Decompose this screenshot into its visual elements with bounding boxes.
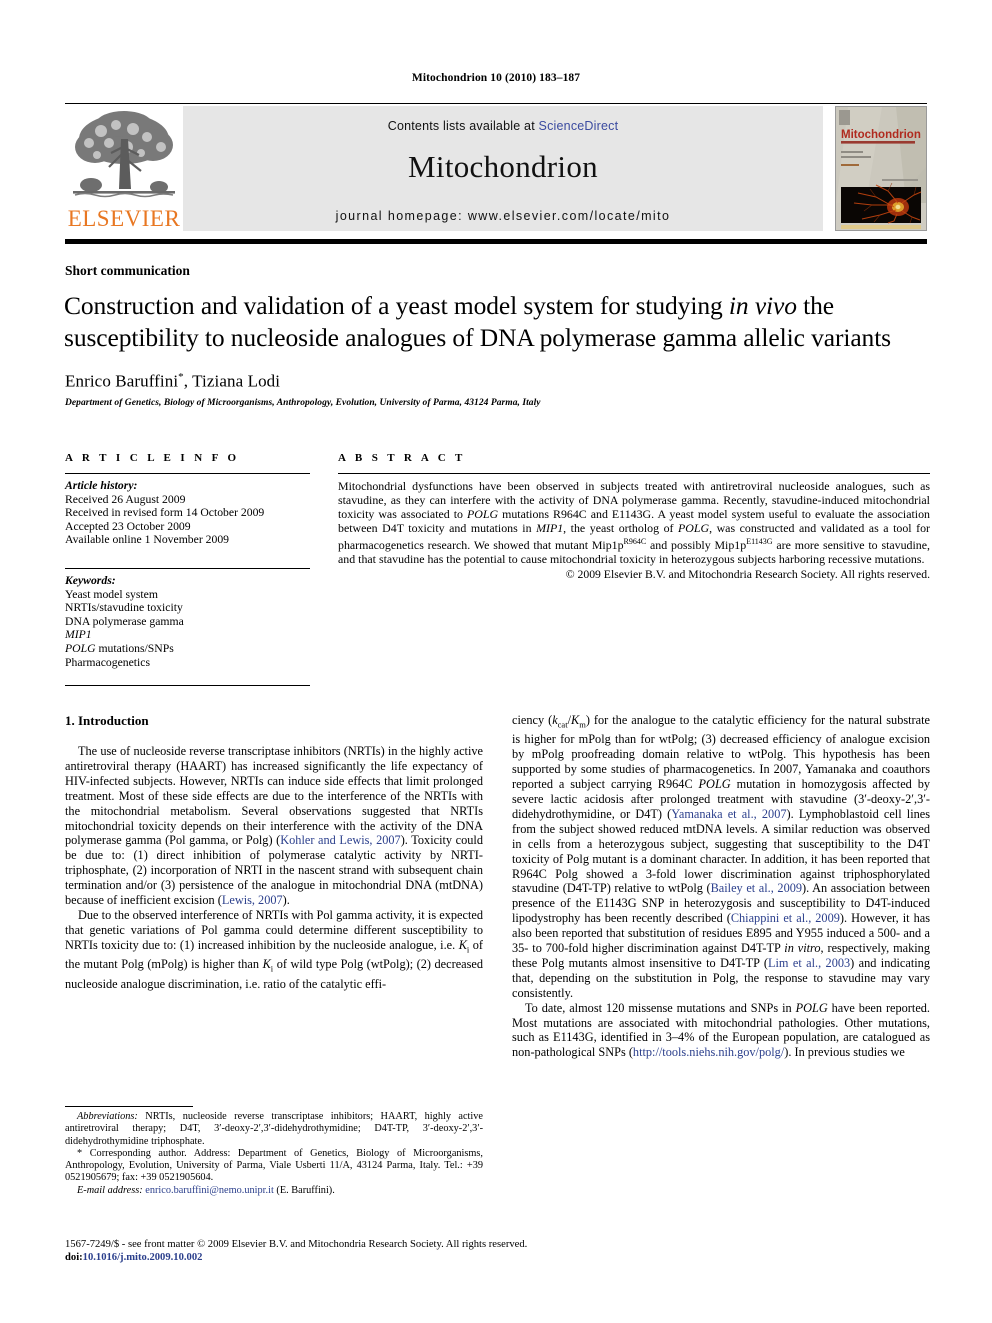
- doi-line: doi:10.1016/j.mito.2009.10.002: [65, 1251, 927, 1264]
- citation-link[interactable]: Kohler and Lewis, 2007: [280, 833, 400, 847]
- keyword-item: Yeast model system: [65, 587, 158, 601]
- citation-link[interactable]: Chiappini et al., 2009: [731, 911, 840, 925]
- body-column-left: 1. Introduction The use of nucleoside re…: [65, 713, 483, 991]
- page-title: Construction and validation of a yeast m…: [64, 290, 936, 354]
- doi-label: doi:: [65, 1252, 83, 1263]
- masthead-center-panel: Contents lists available at ScienceDirec…: [183, 106, 823, 231]
- cover-artwork: Mitochondrion: [836, 107, 926, 230]
- external-link[interactable]: http://tools.niehs.nih.gov/polg/: [633, 1045, 784, 1059]
- body-column-right: ciency (kcat/Km) for the analogue to the…: [512, 713, 930, 1060]
- citation-link[interactable]: Yamanaka et al., 2007: [671, 807, 786, 821]
- title-part-2: the: [796, 291, 835, 320]
- svg-text:Mitochondrion: Mitochondrion: [841, 129, 921, 141]
- abstract-copyright: © 2009 Elsevier B.V. and Mitochondria Re…: [565, 567, 930, 581]
- footnote-block: Abbreviations: NRTIs, nucleoside reverse…: [65, 1106, 483, 1197]
- paragraph: The use of nucleoside reverse transcript…: [65, 744, 483, 908]
- email-suffix: (E. Baruffini).: [273, 1184, 335, 1196]
- footnote-email: E-mail address: enrico.baruffini@nemo.un…: [65, 1185, 483, 1197]
- abbreviations-label: Abbreviations:: [77, 1111, 138, 1122]
- keyword-item: NRTIs/stavudine toxicity: [65, 601, 183, 615]
- email-link[interactable]: enrico.baruffini@nemo.unipr.it: [145, 1185, 274, 1196]
- abstract-top-rule: [338, 473, 930, 474]
- email-label: E-mail address:: [77, 1184, 143, 1196]
- issn-line: 1567-7249/$ - see front matter © 2009 El…: [65, 1239, 528, 1250]
- page-footer: 1567-7249/$ - see front matter © 2009 El…: [65, 1238, 927, 1264]
- history-item: Accepted 23 October 2009: [65, 519, 191, 533]
- history-item: Received 26 August 2009: [65, 492, 186, 506]
- citation-link[interactable]: Bailey et al., 2009: [711, 881, 802, 895]
- abstract-block: A B S T R A C T Mitochondrial dysfunctio…: [338, 452, 930, 581]
- running-head: Mitochondrion 10 (2010) 183–187: [411, 72, 581, 84]
- article-info-top-rule: [65, 473, 310, 474]
- contents-prefix: Contents lists available at: [387, 119, 539, 133]
- paragraph: Due to the observed interference of NRTI…: [65, 907, 483, 991]
- citation-link[interactable]: Lewis, 2007: [222, 893, 283, 907]
- elsevier-wordmark: ELSEVIER: [67, 206, 181, 231]
- author-secondary: , Tiziana Lodi: [183, 371, 281, 391]
- article-info-bottom-rule: [65, 685, 310, 686]
- elsevier-tree-icon: [73, 111, 175, 198]
- history-item: Received in revised form 14 October 2009: [65, 506, 265, 520]
- footnote-rule: [65, 1106, 193, 1107]
- keyword-item: Pharmacogenetics: [65, 655, 151, 669]
- article-history-label: Article history:: [65, 479, 138, 492]
- journal-cover-thumbnail: Mitochondrion: [835, 106, 927, 231]
- paper-page: Mitochondrion 10 (2010) 183–187 ELSEVIER…: [0, 0, 992, 1323]
- masthead-bottom-rule: [65, 239, 927, 244]
- history-item: Available online 1 November 2009: [65, 533, 230, 547]
- keyword-item: MIP1: [65, 628, 92, 642]
- paragraph: ciency (kcat/Km) for the analogue to the…: [512, 713, 931, 1000]
- keywords-top-rule: [65, 567, 310, 569]
- author-list: Enrico Baruffini*, Tiziana Lodi: [65, 371, 280, 392]
- journal-homepage-line[interactable]: journal homepage: www.elsevier.com/locat…: [183, 209, 823, 223]
- article-info-heading: A R T I C L E I N F O: [65, 452, 240, 464]
- citation-link[interactable]: Lim et al., 2003: [768, 956, 850, 970]
- section-heading-introduction: 1. Introduction: [65, 713, 149, 728]
- author-primary: Enrico Baruffini: [65, 371, 179, 391]
- affiliation: Department of Genetics, Biology of Micro…: [65, 398, 541, 408]
- abstract-heading: A B S T R A C T: [338, 452, 466, 464]
- title-italic-in-vivo: in vivo: [728, 291, 797, 320]
- title-part-1: Construction and validation of a yeast m…: [64, 291, 729, 320]
- sciencedirect-link[interactable]: ScienceDirect: [539, 119, 619, 133]
- contents-available-line: Contents lists available at ScienceDirec…: [183, 119, 823, 133]
- keyword-item-polg: POLG mutations/SNPs: [65, 641, 174, 655]
- footnote-abbreviations: Abbreviations: NRTIs, nucleoside reverse…: [65, 1111, 483, 1148]
- paragraph: To date, almost 120 missense mutations a…: [512, 1000, 930, 1060]
- keyword-item: DNA polymerase gamma: [65, 614, 184, 628]
- keywords-group: Keywords: Yeast model system NRTIs/stavu…: [65, 574, 310, 669]
- keywords-label: Keywords:: [65, 573, 116, 587]
- abstract-text: Mitochondrial dysfunctions have been obs…: [338, 479, 930, 567]
- journal-title: Mitochondrion: [408, 149, 598, 184]
- title-part-3: susceptibility to nucleoside analogues o…: [64, 323, 892, 352]
- article-history-group: Article history: Received 26 August 2009…: [65, 479, 310, 547]
- doi-value[interactable]: 10.1016/j.mito.2009.10.002: [83, 1252, 203, 1263]
- journal-masthead: ELSEVIER Contents lists available at Sci…: [65, 103, 927, 231]
- elsevier-logo: ELSEVIER: [65, 106, 183, 231]
- footnote-corresponding-author: * Corresponding author. Address: Departm…: [65, 1147, 483, 1184]
- article-type-label: Short communication: [65, 263, 190, 278]
- article-info-block: A R T I C L E I N F O Article history: R…: [65, 452, 310, 669]
